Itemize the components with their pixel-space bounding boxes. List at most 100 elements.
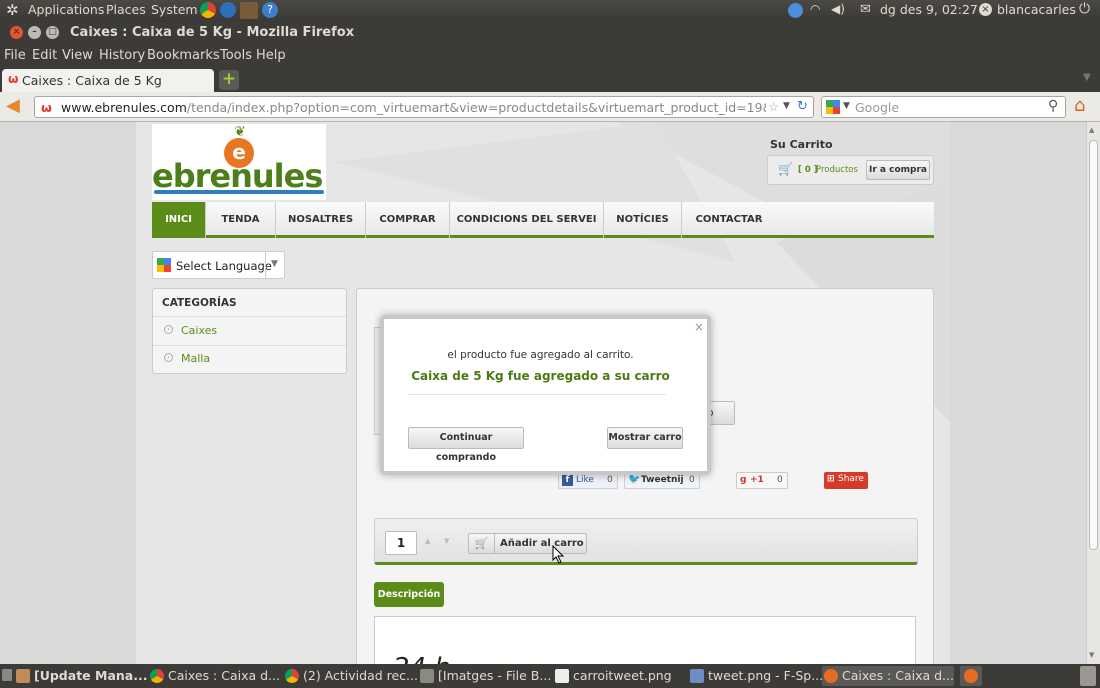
tab-active[interactable]: ω Caixes : Caixa de 5 Kg: [2, 69, 214, 92]
quantity-down-icon[interactable]: ▼: [444, 537, 449, 545]
url-bar[interactable]: ω www.ebrenules.com/tenda/index.php?opti…: [34, 96, 814, 118]
task-image-viewer[interactable]: carroitweet.png: [553, 666, 685, 686]
nav-comprar[interactable]: COMPRAR: [366, 202, 450, 238]
close-window-icon[interactable]: ×: [10, 26, 23, 39]
browser-launcher-icon[interactable]: [220, 2, 236, 18]
volume-icon[interactable]: ◀): [831, 2, 845, 16]
system-top-panel: ✲ Applications Places System ? ◠ ◀) ✉ dg…: [0, 0, 1100, 21]
home-icon[interactable]: ⌂: [1074, 95, 1085, 116]
task-update-manager[interactable]: [Update Mana...: [14, 666, 148, 686]
menu-help[interactable]: Help: [256, 48, 286, 63]
applications-menu[interactable]: Applications: [28, 2, 104, 17]
minimize-window-icon[interactable]: –: [28, 26, 41, 39]
menu-bookmarks[interactable]: Bookmarks: [147, 48, 220, 63]
nav-contactar[interactable]: CONTACTAR: [682, 202, 776, 238]
site-favicon-icon: ω: [8, 72, 19, 86]
places-menu[interactable]: Places: [106, 2, 146, 17]
task-file-browser[interactable]: [Imatges - File B...: [418, 666, 551, 686]
engine-dropdown-icon[interactable]: ▼: [843, 101, 850, 111]
categories-title: CATEGORÍAS: [162, 297, 237, 309]
language-dropdown-icon[interactable]: ▼: [271, 259, 278, 269]
category-item-caixes[interactable]: › Caixes: [153, 317, 346, 345]
user-menu[interactable]: blancacarles: [997, 2, 1076, 17]
search-bar[interactable]: ▼ Google ⚲: [821, 96, 1066, 118]
maximize-window-icon[interactable]: □: [46, 26, 59, 39]
page-viewport: e ❦ ebrenules Su Carrito 🛒 [ 0 ] Product…: [0, 122, 1086, 664]
show-cart-button[interactable]: Mostrar carro: [607, 427, 683, 449]
cart-icon: 🛒: [469, 534, 495, 553]
new-tab-icon[interactable]: +: [219, 70, 239, 90]
clock[interactable]: dg des 9, 02:27: [880, 2, 978, 17]
scroll-down-icon[interactable]: ▼: [1089, 651, 1094, 659]
language-select[interactable]: Select Language ▼: [152, 251, 285, 279]
wifi-icon[interactable]: ◠: [810, 2, 820, 16]
chrome-launcher-icon[interactable]: [200, 2, 216, 18]
site-identity-icon[interactable]: ω: [41, 100, 52, 115]
google-engine-icon[interactable]: [826, 100, 840, 114]
language-label: Select Language: [176, 259, 272, 273]
power-icon[interactable]: ⏻: [1079, 1, 1090, 17]
menu-bar: File Edit View History Bookmarks Tools H…: [0, 45, 1100, 67]
add-to-cart-bar: 1 ▲ ▼ 🛒 Añadir al carro: [374, 518, 918, 565]
share-button[interactable]: ⊞ Share: [824, 472, 868, 489]
add-to-cart-button[interactable]: 🛒 Añadir al carro: [468, 533, 587, 554]
main-navigation: INICI TENDA NOSALTRES COMPRAR CONDICIONS…: [152, 202, 934, 238]
category-label: Malla: [181, 352, 211, 365]
reload-icon[interactable]: ↻: [797, 99, 808, 114]
search-icon[interactable]: ⚲: [1048, 98, 1058, 114]
firefox-launcher-icon[interactable]: [960, 666, 982, 686]
tab-list-icon[interactable]: ▼: [1083, 72, 1091, 83]
scroll-up-icon[interactable]: ▲: [1089, 126, 1094, 134]
mail-icon[interactable]: ✉: [860, 2, 871, 17]
quantity-input[interactable]: 1: [385, 531, 417, 555]
go-checkout-button[interactable]: Ir a compra: [866, 160, 930, 180]
tab-bar: ω Caixes : Caixa de 5 Kg + ▼: [0, 67, 1100, 92]
share-label: Share: [838, 474, 864, 484]
menu-tools[interactable]: Tools: [220, 48, 252, 63]
quantity-up-icon[interactable]: ▲: [425, 537, 430, 545]
menu-view[interactable]: View: [62, 48, 93, 63]
user-status-icon: ×: [979, 3, 992, 16]
back-icon[interactable]: ◀: [6, 96, 20, 116]
window-titlebar: × – □ Caixes : Caixa de 5 Kg - Mozilla F…: [0, 21, 1100, 45]
system-menu[interactable]: System: [151, 2, 198, 17]
task-chrome-facebook[interactable]: (2) Actividad rec...: [283, 666, 418, 686]
vertical-scrollbar[interactable]: ▲ ▼: [1086, 122, 1100, 664]
trash-icon[interactable]: [1080, 666, 1096, 686]
site-logo[interactable]: e ❦ ebrenules: [152, 124, 326, 200]
ubuntu-logo-icon[interactable]: ✲: [6, 1, 19, 19]
categories-module: CATEGORÍAS › Caixes › Malla: [152, 288, 347, 374]
task-chrome-caixes[interactable]: Caixes : Caixa d...: [148, 666, 280, 686]
help-icon[interactable]: ?: [262, 2, 278, 18]
task-label: Caixes : Caixa d...: [842, 668, 954, 683]
dialog-message: el producto fue agregado al carrito.: [447, 349, 634, 361]
scrollbar-thumb[interactable]: [1089, 140, 1098, 550]
image-app-icon[interactable]: [240, 2, 258, 19]
tab-description[interactable]: Descripción: [374, 582, 444, 607]
google-plus-button[interactable]: g +1 0: [736, 472, 788, 489]
update-icon[interactable]: [788, 3, 803, 18]
task-label: carroitweet.png: [573, 668, 672, 683]
menu-edit[interactable]: Edit: [32, 48, 57, 63]
continue-shopping-button[interactable]: Continuar comprando: [408, 427, 524, 463]
nav-nosaltres[interactable]: NOSALTRES: [276, 202, 366, 238]
task-f-spot[interactable]: tweet.png - F-Sp...: [688, 666, 823, 686]
menu-file[interactable]: File: [4, 48, 26, 63]
google-translate-icon: [157, 258, 171, 272]
bookmark-star-icon[interactable]: ☆: [768, 99, 779, 114]
like-count: 0: [607, 475, 613, 485]
category-item-malla[interactable]: › Malla: [153, 346, 346, 374]
close-dialog-icon[interactable]: ×: [694, 320, 704, 334]
task-label: Caixes : Caixa d...: [168, 668, 280, 683]
url-dropdown-icon[interactable]: ▼: [783, 101, 790, 111]
bullet-arrow-icon: ›: [164, 353, 173, 362]
nav-tenda[interactable]: TENDA: [206, 202, 276, 238]
task-label: [Update Mana...: [34, 668, 148, 683]
nav-condicions[interactable]: CONDICIONS DEL SERVEI: [450, 202, 604, 238]
window-title: Caixes : Caixa de 5 Kg - Mozilla Firefox: [70, 25, 355, 40]
task-firefox-caixes[interactable]: Caixes : Caixa d...: [822, 666, 954, 686]
nav-inici[interactable]: INICI: [152, 202, 206, 238]
menu-history[interactable]: History: [99, 48, 145, 63]
show-desktop-icon[interactable]: [2, 669, 12, 681]
nav-noticies[interactable]: NOTÍCIES: [604, 202, 682, 238]
